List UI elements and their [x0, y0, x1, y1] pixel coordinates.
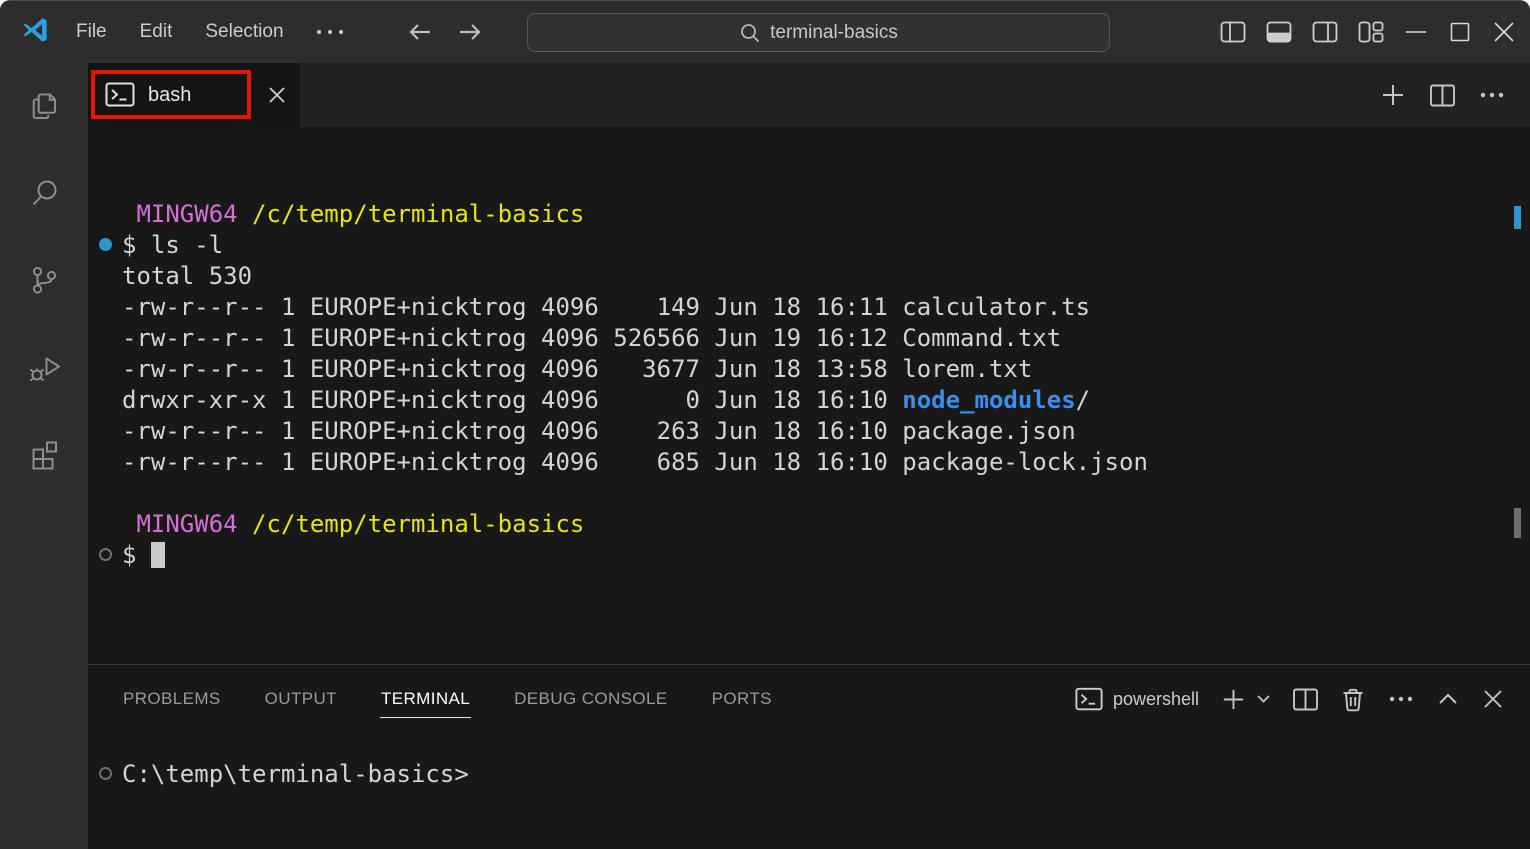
terminal-line: $	[122, 540, 1530, 571]
terminal-text: -rw-r--r-- 1 EUROPE+nicktrog 4096 149 Ju…	[122, 293, 1090, 321]
minimize-icon[interactable]	[1404, 20, 1428, 44]
terminal-text: -rw-r--r-- 1 EUROPE+nicktrog 4096 526566…	[122, 324, 1061, 352]
explorer-icon[interactable]	[26, 88, 62, 124]
close-tab-icon[interactable]	[266, 84, 288, 106]
terminal-text: C:\temp\terminal-basics>	[122, 760, 469, 788]
terminal-buffer: MINGW64 /c/temp/terminal-basics$ ls -lto…	[122, 199, 1530, 571]
terminal-tab-icon	[105, 82, 135, 108]
terminal-cursor	[151, 542, 165, 568]
terminal-line: -rw-r--r-- 1 EUROPE+nicktrog 4096 3677 J…	[122, 354, 1530, 385]
terminal-line: C:\temp\terminal-basics>	[122, 759, 1530, 790]
panel-terminal-buffer: C:\temp\terminal-basics>	[122, 759, 1530, 790]
new-terminal-icon[interactable]	[1379, 81, 1407, 109]
panel-header: PROBLEMS OUTPUT TERMINAL DEBUG CONSOLE PORTS…	[88, 665, 1530, 733]
layout-sidebar-left-icon[interactable]	[1220, 19, 1246, 45]
search-view-icon[interactable]	[26, 175, 62, 211]
panel-tabs: PROBLEMS OUTPUT TERMINAL DEBUG CONSOLE PORTS	[122, 681, 815, 718]
terminal-line	[122, 478, 1530, 509]
command-decoration-outline[interactable]	[99, 548, 112, 561]
menu-file[interactable]: File	[76, 21, 107, 43]
command-center-search[interactable]: terminal-basics	[527, 13, 1110, 52]
activity-bar	[0, 63, 88, 849]
window-controls	[1220, 1, 1516, 63]
menubar: File Edit Selection	[76, 21, 363, 43]
layout-panel-icon[interactable]	[1266, 19, 1292, 45]
terminal-text: node_modules	[902, 386, 1075, 414]
terminal-text: -rw-r--r-- 1 EUROPE+nicktrog 4096 685 Ju…	[122, 448, 1148, 476]
vscode-window: File Edit Selection terminal-basics	[0, 0, 1530, 849]
panel-tab-output[interactable]: OUTPUT	[264, 681, 338, 718]
terminal-line: -rw-r--r-- 1 EUROPE+nicktrog 4096 685 Ju…	[122, 447, 1530, 478]
workbench: bash	[0, 63, 1530, 849]
tab-bash[interactable]: bash	[88, 63, 300, 127]
more-actions-icon[interactable]	[1478, 81, 1506, 109]
search-icon	[739, 22, 761, 44]
more-menus-icon[interactable]	[317, 30, 343, 34]
terminal-text: -rw-r--r-- 1 EUROPE+nicktrog 4096 263 Ju…	[122, 417, 1076, 445]
maximize-panel-icon[interactable]	[1436, 689, 1460, 709]
new-terminal-control	[1220, 686, 1271, 713]
overview-ruler-prompt-mark	[1514, 508, 1521, 538]
terminal-text: $ ls -l	[122, 231, 223, 259]
panel-actions: powershell	[1075, 685, 1505, 713]
history-navigation	[405, 17, 485, 47]
terminal-line: MINGW64 /c/temp/terminal-basics	[122, 199, 1530, 230]
terminal-line: drwxr-xr-x 1 EUROPE+nicktrog 4096 0 Jun …	[122, 385, 1530, 416]
editor-actions	[1379, 63, 1530, 127]
shell-label: powershell	[1113, 689, 1199, 710]
terminal-text: total 530	[122, 262, 252, 290]
terminal-text: -rw-r--r-- 1 EUROPE+nicktrog 4096 3677 J…	[122, 355, 1032, 383]
terminal-text: MINGW64	[122, 510, 238, 538]
close-window-icon[interactable]	[1492, 20, 1516, 44]
run-and-debug-icon[interactable]	[26, 349, 62, 385]
terminal-text: /c/temp/terminal-basics	[238, 200, 585, 228]
terminal-editor[interactable]: MINGW64 /c/temp/terminal-basics$ ls -lto…	[88, 127, 1530, 664]
terminal-line: MINGW64 /c/temp/terminal-basics	[122, 509, 1530, 540]
overview-ruler-command-mark	[1514, 206, 1521, 229]
panel-tab-terminal[interactable]: TERMINAL	[380, 681, 471, 718]
panel-tab-problems[interactable]: PROBLEMS	[122, 681, 222, 718]
close-panel-icon[interactable]	[1481, 687, 1505, 711]
terminal-text: drwxr-xr-x 1 EUROPE+nicktrog 4096 0 Jun …	[122, 386, 902, 414]
menu-selection[interactable]: Selection	[205, 21, 283, 43]
tab-label: bash	[148, 84, 191, 107]
customize-layout-icon[interactable]	[1358, 19, 1384, 45]
terminal-icon	[1075, 687, 1103, 712]
source-control-icon[interactable]	[26, 262, 62, 298]
terminal-text: $	[122, 541, 151, 569]
forward-arrow-icon[interactable]	[455, 17, 485, 47]
terminal-line: -rw-r--r-- 1 EUROPE+nicktrog 4096 263 Ju…	[122, 416, 1530, 447]
terminal-text: /	[1076, 386, 1090, 414]
editor-tab-bar: bash	[88, 63, 1530, 127]
terminal-line: total 530	[122, 261, 1530, 292]
editor-area: bash	[88, 63, 1530, 849]
command-decoration-filled[interactable]	[99, 238, 112, 251]
maximize-icon[interactable]	[1448, 20, 1472, 44]
terminal-text: MINGW64	[122, 200, 238, 228]
terminal-line: $ ls -l	[122, 230, 1530, 261]
layout-sidebar-right-icon[interactable]	[1312, 19, 1338, 45]
vscode-logo-icon	[18, 15, 52, 49]
extensions-icon[interactable]	[26, 436, 62, 472]
terminal-text: /c/temp/terminal-basics	[238, 510, 585, 538]
menu-edit[interactable]: Edit	[140, 21, 173, 43]
terminal-shell-picker[interactable]: powershell	[1075, 687, 1199, 712]
titlebar: File Edit Selection terminal-basics	[0, 1, 1530, 63]
terminal-line: -rw-r--r-- 1 EUROPE+nicktrog 4096 149 Ju…	[122, 292, 1530, 323]
split-terminal-icon[interactable]	[1292, 686, 1319, 713]
panel-new-terminal-icon[interactable]	[1220, 686, 1247, 713]
kill-terminal-trash-icon[interactable]	[1340, 686, 1366, 713]
panel-tab-debug-console[interactable]: DEBUG CONSOLE	[513, 681, 669, 718]
split-editor-icon[interactable]	[1429, 82, 1456, 109]
terminal-profile-dropdown-icon[interactable]	[1256, 693, 1271, 705]
panel-terminal[interactable]: C:\temp\terminal-basics>	[88, 733, 1530, 849]
command-decoration-outline[interactable]	[99, 767, 112, 780]
bottom-panel: PROBLEMS OUTPUT TERMINAL DEBUG CONSOLE PORTS…	[88, 664, 1530, 849]
panel-tab-ports[interactable]: PORTS	[711, 681, 773, 718]
panel-more-actions-icon[interactable]	[1387, 685, 1415, 713]
search-value: terminal-basics	[770, 22, 898, 44]
terminal-line: -rw-r--r-- 1 EUROPE+nicktrog 4096 526566…	[122, 323, 1530, 354]
back-arrow-icon[interactable]	[405, 17, 435, 47]
